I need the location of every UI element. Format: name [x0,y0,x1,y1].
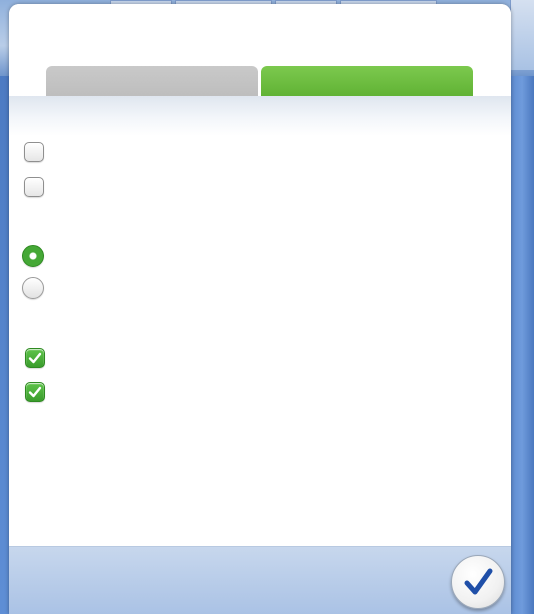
option-checkbox[interactable] [24,142,44,162]
panel-footer [9,546,511,614]
panel-header [9,4,511,98]
options-list [9,136,511,546]
background-tile [510,0,534,70]
option-checkbox-checked[interactable] [25,382,45,402]
check-icon [28,386,42,398]
option-row [22,277,54,299]
option-row [22,245,54,267]
option-radio[interactable] [22,277,44,299]
tab-inactive[interactable] [46,66,258,98]
option-checkbox[interactable] [24,177,44,197]
option-row [25,382,55,402]
desktop-background-strip [510,76,534,614]
checkmark-icon [464,568,493,595]
option-checkbox-checked[interactable] [25,348,45,368]
tab-active[interactable] [261,66,473,98]
option-row [24,142,54,162]
option-row [25,348,55,368]
option-row [24,177,54,197]
header-divider [9,96,511,136]
check-icon [28,352,42,364]
confirm-button[interactable] [451,555,505,609]
option-radio-selected[interactable] [22,245,44,267]
options-panel [9,4,511,614]
